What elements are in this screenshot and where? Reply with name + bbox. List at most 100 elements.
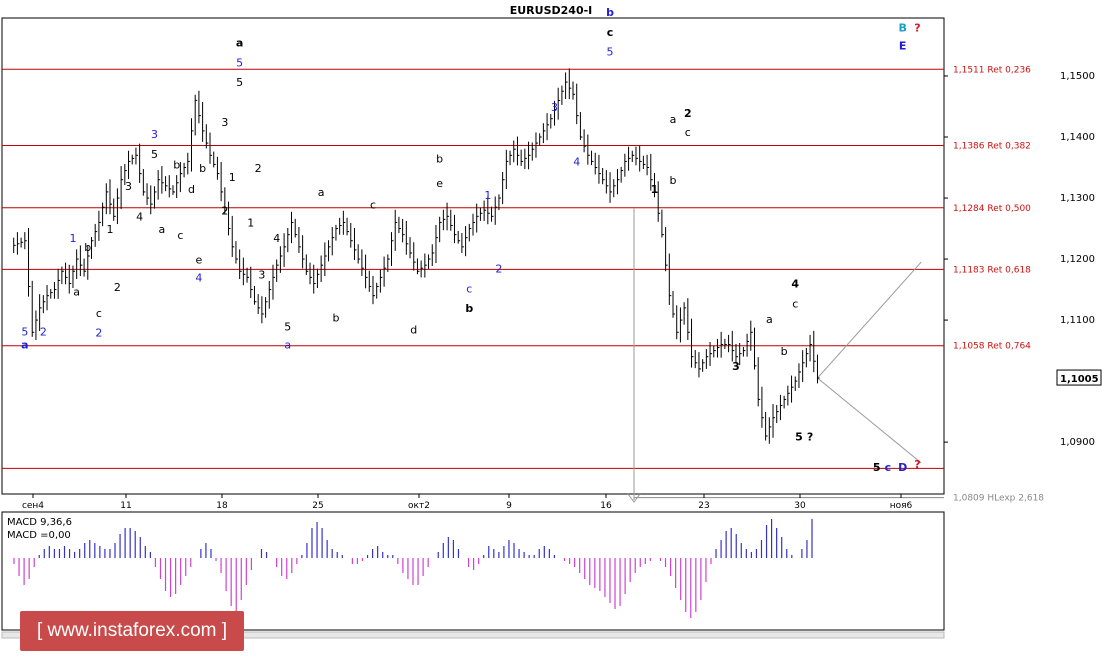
wave-label: 2 xyxy=(221,205,228,218)
wave-label: 2 xyxy=(684,107,692,120)
fib-level-label: 1,1511 Ret 0,236 xyxy=(953,65,1031,75)
wave-label: 2 xyxy=(255,162,262,175)
macd-label-2: MACD =0,00 xyxy=(7,530,71,541)
macd-panel xyxy=(13,519,813,618)
wave-label: c xyxy=(177,229,183,242)
wave-label: 1 xyxy=(247,217,254,230)
wave-label: 5 xyxy=(236,76,243,89)
wave-label: 2 xyxy=(114,281,121,294)
wave-label: c xyxy=(792,298,798,311)
wave-label: a xyxy=(766,313,773,326)
x-tick-label: 23 xyxy=(698,501,709,511)
fib-level-label: 1,1183 Ret 0,618 xyxy=(953,265,1031,275)
y-tick-label: 1,1500 xyxy=(1060,71,1095,82)
projection-up-line xyxy=(817,261,922,379)
wave-label: 4 xyxy=(573,156,580,169)
x-tick-label: окт2 xyxy=(408,501,430,511)
wave-label: b xyxy=(84,241,91,254)
wave-label: b xyxy=(436,153,443,166)
wave-label: d xyxy=(410,324,417,337)
wave-label: a xyxy=(236,37,243,50)
wave-label: d xyxy=(188,183,195,196)
x-tick-label: 25 xyxy=(312,501,323,511)
price-bars xyxy=(13,68,820,444)
x-tick-label: 30 xyxy=(794,501,806,511)
wave-label: 5 xyxy=(236,57,243,70)
wave-label: 5 xyxy=(21,325,28,338)
wave-label: 4 xyxy=(195,271,202,284)
wave-label: 5 xyxy=(873,461,881,474)
watermark-badge[interactable]: [ www.instaforex.com ] xyxy=(20,611,244,651)
wave-label: e xyxy=(196,253,203,266)
x-tick-label: 16 xyxy=(600,501,612,511)
wave-label: 1 xyxy=(484,189,491,202)
fib-level-label: 1,1386 Ret 0,382 xyxy=(953,142,1031,152)
wave-label: 4 xyxy=(273,232,280,245)
wave-label: 4 xyxy=(136,211,143,224)
wave-label: 4 xyxy=(791,278,799,291)
chart-title: EURUSD240-I xyxy=(510,4,593,17)
wave-label: B xyxy=(898,21,906,34)
wave-label: ? xyxy=(914,21,920,34)
wave-label: 5 xyxy=(607,45,614,58)
fibonacci-levels: 1,1511 Ret 0,236 1,1386 Ret 0,382 1,1284 R… xyxy=(2,65,1044,504)
wave-label: ? xyxy=(807,430,813,443)
wave-label: 2 xyxy=(95,326,102,339)
wave-label: b xyxy=(465,302,473,315)
wave-label: b xyxy=(332,311,339,324)
wave-label: c xyxy=(96,307,102,320)
current-price-label: 1,1005 xyxy=(1060,374,1099,385)
y-tick-label: 1,0900 xyxy=(1060,437,1095,448)
wave-label: c xyxy=(466,283,472,296)
wave-label: a xyxy=(158,223,165,236)
projection-down-line xyxy=(817,377,922,464)
wave-label: 3 xyxy=(125,180,132,193)
wave-label: ? xyxy=(914,458,920,471)
wave-label: 3 xyxy=(732,360,740,373)
wave-label: 5 xyxy=(795,430,803,443)
x-tick-label: 9 xyxy=(506,501,512,511)
wave-label: a xyxy=(73,286,80,299)
wave-label: e xyxy=(436,177,443,190)
wave-label: a xyxy=(284,339,291,352)
fib-level-label: 1,1284 Ret 0,500 xyxy=(953,204,1031,214)
wave-label: 3 xyxy=(221,116,228,129)
wave-label: 3 xyxy=(151,128,158,141)
axes: 1,1500 1,1400 1,1300 1,1200 1,1100 1,0900 1,10… xyxy=(22,71,1102,511)
wave-label: c xyxy=(685,126,691,139)
y-tick-label: 1,1400 xyxy=(1060,132,1095,143)
wave-label: 2 xyxy=(40,325,47,338)
extension-label: 1,0809 HLexp 2,618 xyxy=(953,494,1044,504)
chart-frame xyxy=(1,17,945,639)
wave-label: 5 xyxy=(284,320,291,333)
wave-labels: 5a21abc2123435abcdbe432121a55435abacdbec… xyxy=(21,6,921,474)
wave-label: D xyxy=(898,461,907,474)
wave-label: a xyxy=(670,113,677,126)
wave-label: c xyxy=(885,461,892,474)
wave-label: 3 xyxy=(551,101,558,114)
wave-label: b xyxy=(173,159,180,172)
wave-label: b xyxy=(781,345,788,358)
x-tick-label: 18 xyxy=(216,501,228,511)
projection-lines xyxy=(627,208,922,503)
wave-label: 3 xyxy=(258,269,265,282)
x-tick-label: 11 xyxy=(120,501,131,511)
plot-border xyxy=(1,17,945,495)
wave-label: c xyxy=(607,26,614,39)
price-chart: 1,1511 Ret 0,236 1,1386 Ret 0,382 1,1284 R… xyxy=(1,4,1102,639)
fib-level-label: 1,1058 Ret 0,764 xyxy=(953,342,1031,352)
macd-label-1: MACD 9,36,6 xyxy=(7,517,72,528)
wave-label: b xyxy=(199,162,206,175)
wave-label: 1 xyxy=(107,223,114,236)
wave-label: 5 xyxy=(151,148,158,161)
wave-label: b xyxy=(670,174,677,187)
wave-label: 1 xyxy=(69,232,76,245)
wave-label: 2 xyxy=(495,262,502,275)
wave-label: b xyxy=(606,6,614,19)
wave-label: 1 xyxy=(651,183,659,196)
y-tick-label: 1,1300 xyxy=(1060,193,1095,204)
y-tick-label: 1,1100 xyxy=(1060,315,1095,326)
wave-label: a xyxy=(318,186,325,199)
wave-label: E xyxy=(899,40,907,53)
wave-label: a xyxy=(21,339,28,352)
